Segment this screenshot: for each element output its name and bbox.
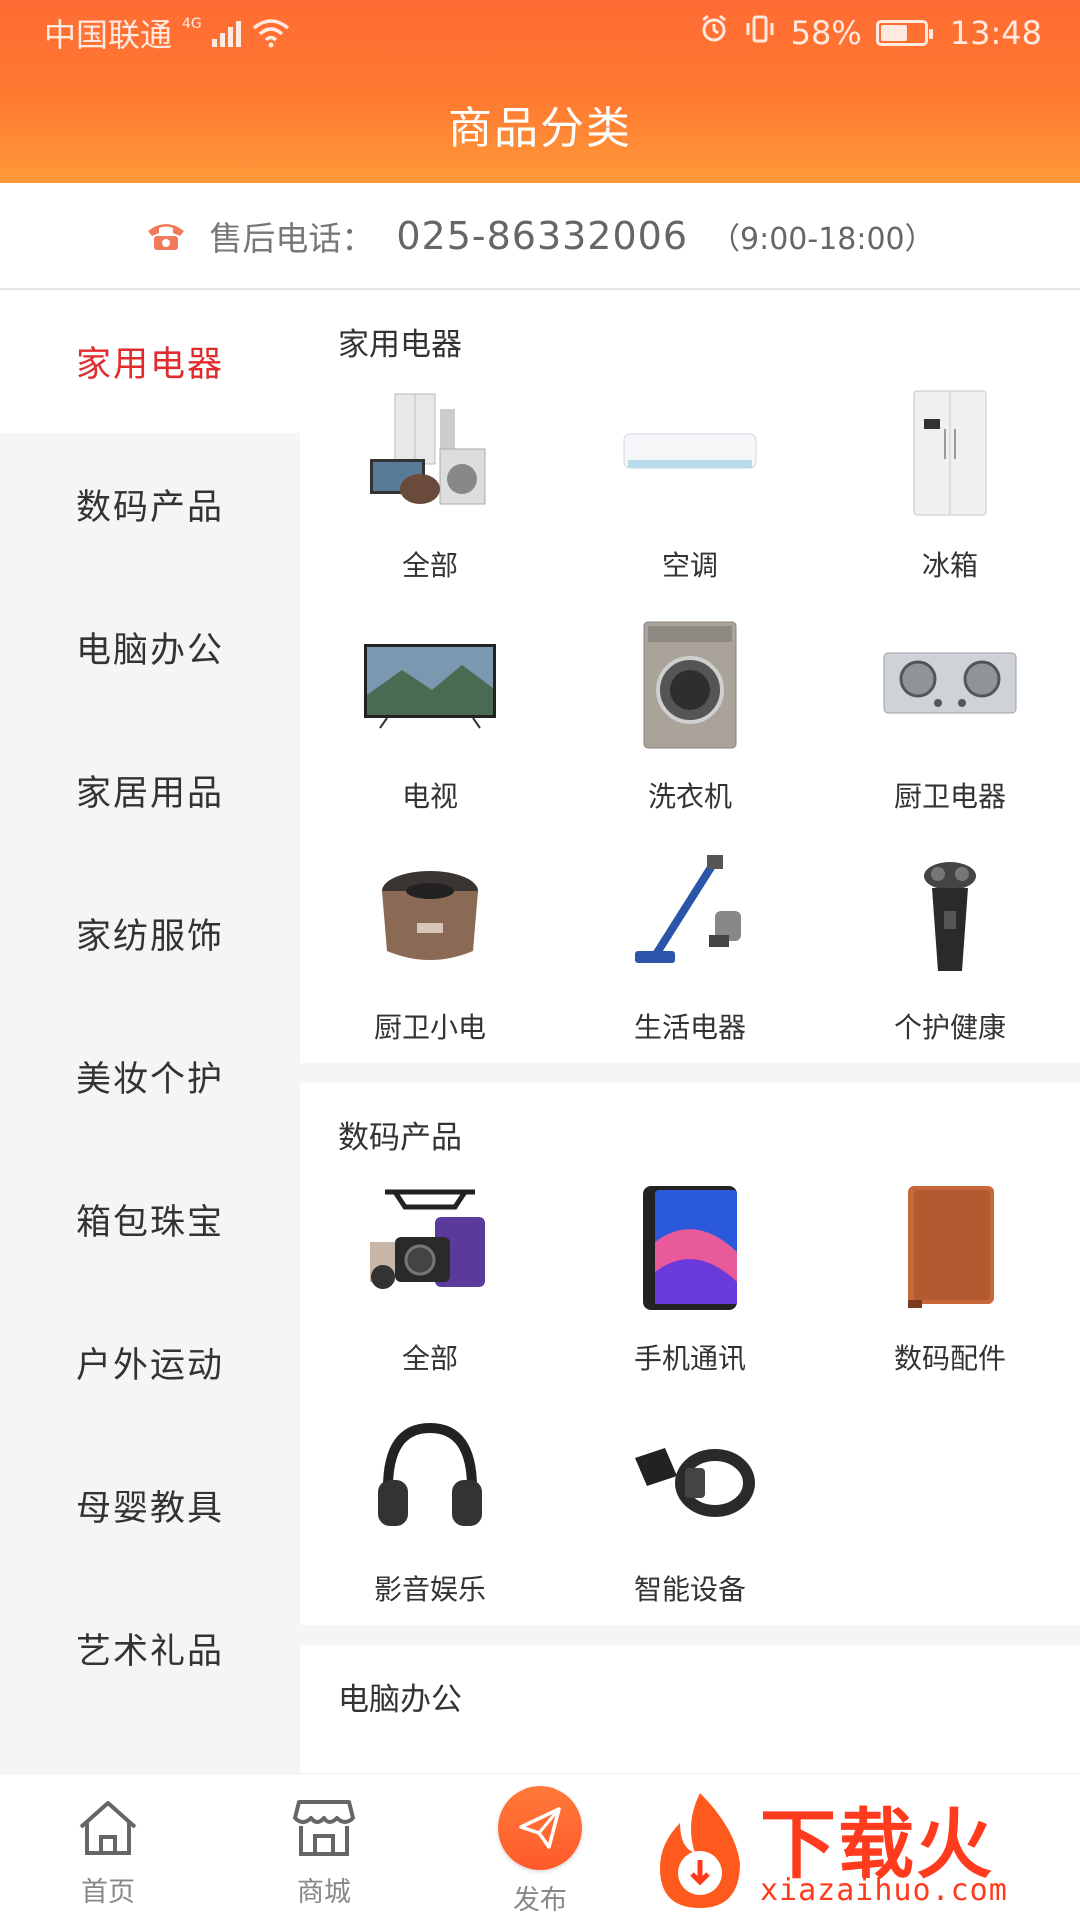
digital-bundle-icon [360, 1177, 500, 1317]
app-header: 中国联通 4G 58% 13:48 商品分类 [0, 0, 1080, 183]
refrigerator-icon [880, 384, 1020, 524]
category-tile[interactable]: 生活电器 [560, 832, 820, 1063]
category-content: 家用电器 全部 空调 冰箱 电视 洗衣机 厨卫电器 厨卫小电 生活电器 个护健康… [300, 290, 1080, 1773]
service-label: 售后电话： [209, 218, 375, 258]
category-tile[interactable]: 空调 [560, 370, 820, 601]
store-icon [289, 1792, 359, 1862]
category-tile[interactable]: 厨卫小电 [300, 832, 560, 1063]
category-tile[interactable]: 智能设备 [560, 1394, 820, 1625]
washing-machine-icon [620, 615, 760, 755]
network-type: 4G [182, 16, 202, 32]
category-tile[interactable]: 全部 [300, 370, 560, 601]
nav-home[interactable]: 首页 [0, 1774, 216, 1920]
sidebar-item-textile-apparel[interactable]: 家纺服饰 [0, 862, 300, 1005]
gas-stove-icon [880, 615, 1020, 755]
wifi-icon [251, 18, 291, 48]
section-computer-office: 电脑办公 [300, 1645, 1080, 1725]
category-tile[interactable]: 全部 [300, 1163, 560, 1394]
shaver-icon [880, 846, 1020, 986]
clock: 13:48 [949, 14, 1042, 52]
vibrate-icon [743, 14, 777, 52]
signal-icon [211, 19, 241, 47]
category-label: 智能设备 [633, 1573, 746, 1606]
home-icon [73, 1792, 143, 1862]
sidebar-item-outdoor-sports[interactable]: 户外运动 [0, 1291, 300, 1434]
category-label: 厨卫电器 [893, 780, 1006, 813]
watermark-url: xiazaihuo.com [760, 1873, 1008, 1908]
service-hotline-bar[interactable]: 售后电话： 025-86332006 （9:00-18:00） [0, 183, 1080, 290]
service-hours: （9:00-18:00） [710, 221, 935, 257]
sidebar-item-computer-office[interactable]: 电脑办公 [0, 576, 300, 719]
smartphone-icon [620, 1177, 760, 1317]
vacuum-cleaner-icon [620, 846, 760, 986]
tablet-case-icon [880, 1177, 1020, 1317]
category-label: 个护健康 [893, 1011, 1006, 1044]
category-tile[interactable]: 个护健康 [820, 832, 1080, 1063]
nav-publish[interactable]: 发布 [432, 1774, 648, 1920]
section-divider [300, 1625, 1080, 1645]
sidebar-item-beauty-care[interactable]: 美妆个护 [0, 1005, 300, 1148]
sidebar-item-home-goods[interactable]: 家居用品 [0, 719, 300, 862]
nav-publish-label: 发布 [513, 1885, 567, 1916]
nav-home-label: 首页 [81, 1877, 135, 1908]
sidebar-item-appliances[interactable]: 家用电器 [0, 290, 300, 433]
nav-mall-label: 商城 [297, 1877, 351, 1908]
air-conditioner-icon [620, 384, 760, 524]
battery-icon [875, 20, 933, 46]
service-phone-number[interactable]: 025-86332006 [396, 214, 688, 258]
appliances-bundle-icon [360, 384, 500, 524]
category-tile[interactable]: 电视 [300, 601, 560, 832]
category-label: 空调 [661, 549, 718, 582]
carrier-name: 中国联通 [44, 16, 173, 54]
category-label: 全部 [401, 549, 458, 582]
sidebar-item-bags-jewelry[interactable]: 箱包珠宝 [0, 1148, 300, 1291]
category-label: 电视 [401, 780, 458, 813]
sidebar-item-baby-education[interactable]: 母婴教具 [0, 1434, 300, 1577]
tv-icon [360, 615, 500, 755]
category-sidebar: 家用电器 数码产品 电脑办公 家居用品 家纺服饰 美妆个护 箱包珠宝 户外运动 … [0, 290, 300, 1773]
section-title: 电脑办公 [338, 1682, 462, 1718]
battery-percent: 58% [790, 14, 862, 52]
headphones-icon [360, 1408, 500, 1548]
category-tile[interactable]: 厨卫电器 [820, 601, 1080, 832]
category-label: 冰箱 [921, 549, 978, 582]
category-tile[interactable]: 数码配件 [820, 1163, 1080, 1394]
sidebar-item-digital[interactable]: 数码产品 [0, 433, 300, 576]
watermark: 下载火 xiazaihuo.com [640, 1773, 1080, 1920]
rice-cooker-icon [360, 846, 500, 986]
category-tile[interactable]: 手机通讯 [560, 1163, 820, 1394]
section-digital: 数码产品 全部 手机通讯 数码配件 影音娱乐 智能设备 [300, 1083, 1080, 1625]
section-appliances: 家用电器 全部 空调 冰箱 电视 洗衣机 厨卫电器 厨卫小电 生活电器 个护健康 [300, 290, 1080, 1063]
status-bar: 中国联通 4G 58% 13:48 [0, 0, 1080, 66]
sidebar-item-art-gifts[interactable]: 艺术礼品 [0, 1577, 300, 1720]
flame-logo-icon [660, 1793, 740, 1908]
section-title: 数码产品 [338, 1120, 462, 1156]
section-title: 家用电器 [338, 327, 462, 363]
category-label: 厨卫小电 [373, 1011, 486, 1044]
page-title: 商品分类 [448, 103, 632, 154]
section-divider [300, 1063, 1080, 1083]
phone-icon [145, 219, 187, 253]
category-label: 数码配件 [893, 1342, 1006, 1375]
category-tile[interactable]: 影音娱乐 [300, 1394, 560, 1625]
category-label: 手机通讯 [633, 1342, 746, 1375]
category-label: 生活电器 [633, 1011, 746, 1044]
category-tile[interactable]: 冰箱 [820, 370, 1080, 601]
alarm-icon [699, 14, 729, 52]
category-tile[interactable]: 洗衣机 [560, 601, 820, 832]
category-label: 洗衣机 [647, 780, 732, 813]
category-label: 全部 [401, 1342, 458, 1375]
nav-mall[interactable]: 商城 [216, 1774, 432, 1920]
category-label: 影音娱乐 [373, 1573, 486, 1606]
smart-band-icon [620, 1408, 760, 1548]
publish-button[interactable] [498, 1786, 582, 1870]
